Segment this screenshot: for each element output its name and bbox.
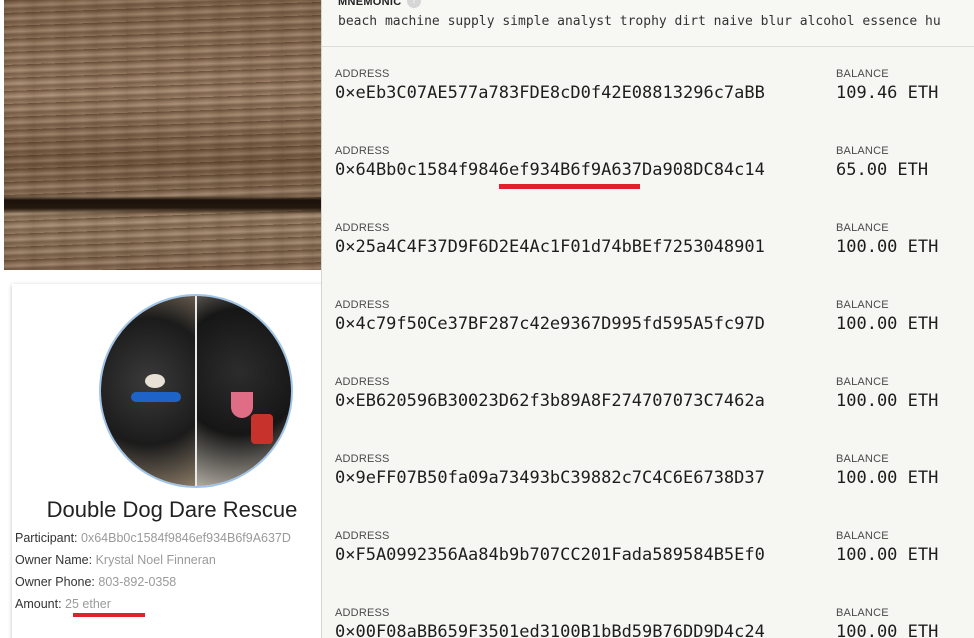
account-row[interactable]: ADDRESS BALANCE 0×25a4C4F37D9F6D2E4Ac1F0…: [322, 201, 974, 279]
owner-name-label: Owner Name:: [15, 553, 93, 567]
balance-label: BALANCE: [836, 222, 889, 234]
balance-label: BALANCE: [836, 453, 889, 465]
account-address: 0×00F08aBB659F3501ed3100B1bBd59B76DD9D4c…: [335, 622, 765, 638]
address-label: ADDRESS: [335, 453, 390, 465]
account-address: 0×EB620596B30023D62f3b89A8F274707073C746…: [335, 391, 765, 411]
mnemonic-label: MNEMONIC: [338, 0, 402, 8]
account-row[interactable]: ADDRESS BALANCE 0×4c79f50Ce37BF287c42e93…: [322, 278, 974, 356]
rescue-name-title: Double Dog Dare Rescue: [46, 497, 298, 522]
participant-label: Participant:: [15, 531, 78, 545]
amount-value: 25 ether: [65, 597, 111, 611]
account-balance: 100.00 ETH: [836, 468, 939, 488]
amount-label: Amount:: [15, 597, 62, 611]
owner-name-field: Owner Name: Krystal Noel Finneran: [15, 553, 216, 567]
account-address: 0×64Bb0c1584f9846ef934B6f9A637Da908DC84c…: [335, 160, 765, 180]
address-label: ADDRESS: [335, 530, 390, 542]
account-balance: 100.00 ETH: [836, 545, 939, 565]
owner-phone-label: Owner Phone:: [15, 575, 95, 589]
account-row[interactable]: ADDRESS BALANCE 0×00F08aBB659F3501ed3100…: [322, 586, 974, 638]
address-label: ADDRESS: [335, 299, 390, 311]
annotation-underline: [499, 184, 640, 189]
address-label: ADDRESS: [335, 607, 390, 619]
account-balance: 109.46 ETH: [836, 83, 939, 103]
address-label: ADDRESS: [335, 222, 390, 234]
help-icon[interactable]: ?: [407, 0, 421, 8]
address-label: ADDRESS: [335, 376, 390, 388]
account-balance: 100.00 ETH: [836, 314, 939, 334]
dog-photo-avatar: [99, 294, 293, 488]
participant-value: 0x64Bb0c1584f9846ef934B6f9A637D: [81, 531, 291, 545]
address-label: ADDRESS: [335, 68, 390, 80]
balance-label: BALANCE: [836, 607, 889, 619]
wood-banner-image: [4, 0, 322, 270]
account-address: 0×4c79f50Ce37BF287c42e9367D995fd595A5fc9…: [335, 314, 765, 334]
balance-label: BALANCE: [836, 299, 889, 311]
account-address: 0×25a4C4F37D9F6D2E4Ac1F01d74bBEf72530489…: [335, 237, 765, 257]
account-row[interactable]: ADDRESS BALANCE 0×eEb3C07AE577a783FDE8cD…: [322, 47, 974, 125]
account-address: 0×F5A0992356Aa84b9b707CC201Fada589584B5E…: [335, 545, 765, 565]
account-balance: 100.00 ETH: [836, 622, 939, 638]
mnemonic-text: beach machine supply simple analyst trop…: [338, 14, 941, 29]
balance-label: BALANCE: [836, 68, 889, 80]
account-balance: 100.00 ETH: [836, 391, 939, 411]
annotation-underline: [73, 613, 145, 617]
account-balance: 100.00 ETH: [836, 237, 939, 257]
account-address: 0×9eFF07B50fa09a73493bC39882c7C4C6E6738D…: [335, 468, 765, 488]
account-row[interactable]: ADDRESS BALANCE 0×9eFF07B50fa09a73493bC3…: [322, 432, 974, 510]
account-row[interactable]: ADDRESS BALANCE 0×F5A0992356Aa84b9b707CC…: [322, 509, 974, 587]
amount-field: Amount: 25 ether: [15, 597, 111, 611]
browser-page: Double Dog Dare Rescue Participant: 0x64…: [0, 0, 322, 638]
balance-label: BALANCE: [836, 530, 889, 542]
address-label: ADDRESS: [335, 145, 390, 157]
owner-name-value: Krystal Noel Finneran: [95, 553, 216, 567]
balance-label: BALANCE: [836, 145, 889, 157]
balance-label: BALANCE: [836, 376, 889, 388]
account-address: 0×eEb3C07AE577a783FDE8cD0f42E08813296c7a…: [335, 83, 765, 103]
account-balance: 65.00 ETH: [836, 160, 929, 180]
account-row[interactable]: ADDRESS BALANCE 0×EB620596B30023D62f3b89…: [322, 355, 974, 433]
owner-phone-field: Owner Phone: 803-892-0358: [15, 575, 176, 589]
participant-field: Participant: 0x64Bb0c1584f9846ef934B6f9A…: [15, 531, 291, 545]
owner-phone-value: 803-892-0358: [98, 575, 177, 589]
ganache-accounts-window: MNEMONIC ? beach machine supply simple a…: [321, 0, 974, 638]
account-row[interactable]: ADDRESS BALANCE 0×64Bb0c1584f9846ef934B6…: [322, 124, 974, 304]
